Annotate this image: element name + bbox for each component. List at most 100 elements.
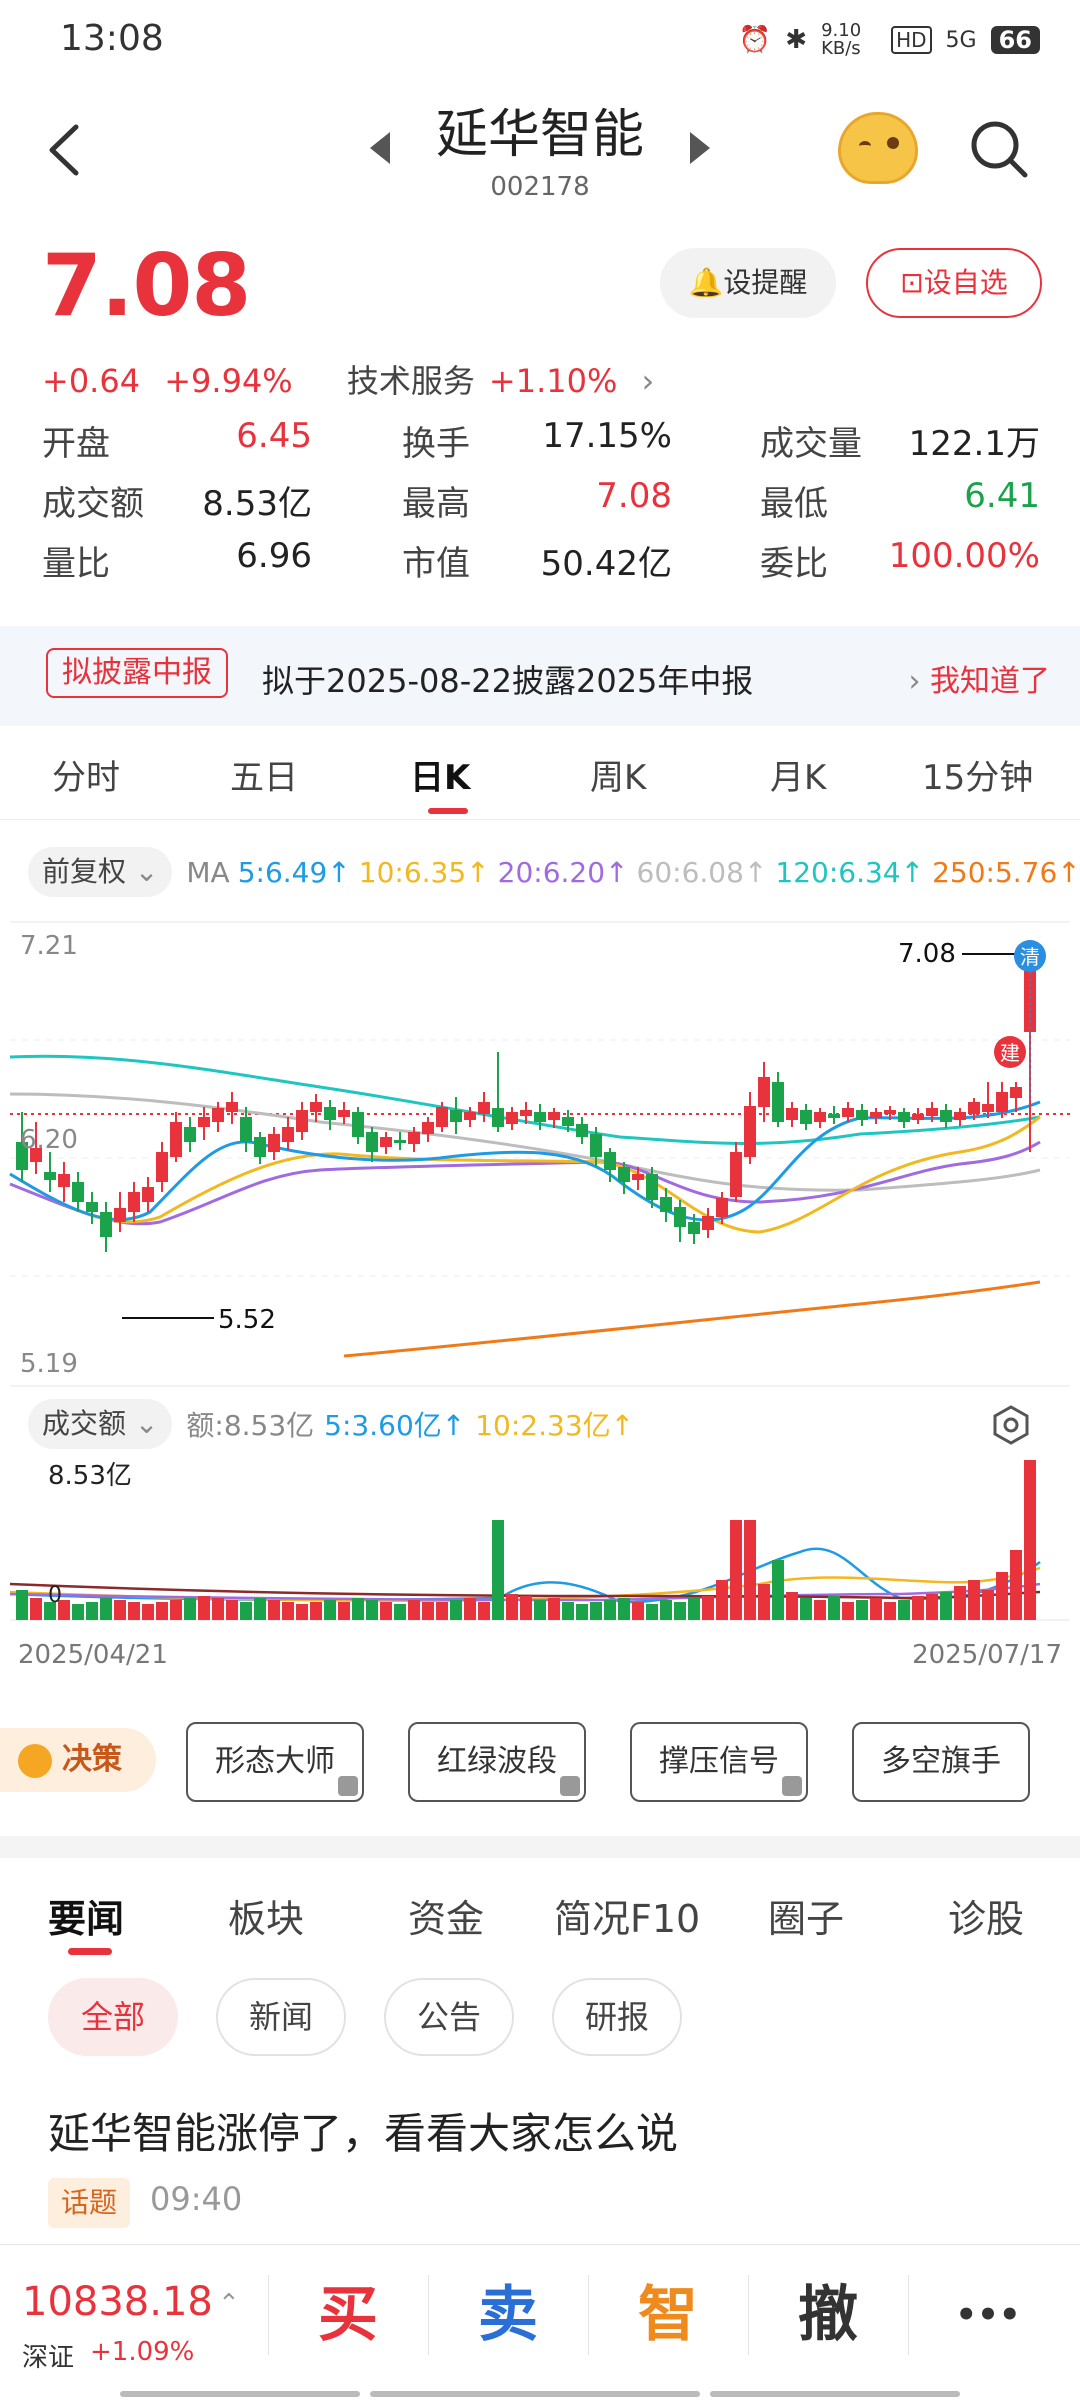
prev-stock-arrow[interactable] — [370, 132, 390, 164]
volume-bar — [198, 1596, 210, 1620]
add-watchlist-button[interactable]: ⊡设自选 — [866, 248, 1042, 318]
notice-banner: 拟披露中报 拟于2025-08-22披露2025年中报 › 我知道了 — [0, 626, 1080, 726]
topic-tag: 话题 — [48, 2178, 130, 2228]
notice-text: 拟于2025-08-22披露2025年中报 — [262, 662, 754, 700]
tool-bull-bear-flag[interactable]: 多空旗手 — [852, 1722, 1030, 1802]
add-watchlist-label: 设自选 — [923, 266, 1008, 299]
tab-five-day[interactable]: 五日 — [230, 750, 298, 799]
tab-circle[interactable]: 圈子 — [768, 1888, 844, 1943]
tab-intraday[interactable]: 分时 — [52, 750, 120, 799]
stat-value: 6.41 — [964, 476, 1040, 516]
volume-bar — [212, 1598, 224, 1620]
candle — [814, 1112, 826, 1122]
back-button[interactable] — [40, 115, 90, 185]
tool-support-resistance[interactable]: 撑压信号 — [630, 1722, 808, 1802]
build-badge[interactable]: 建 — [994, 1036, 1026, 1068]
clear-badge[interactable]: 清 — [1014, 940, 1046, 972]
adjust-dropdown[interactable]: 前复权 ⌄ — [28, 847, 173, 897]
candle — [296, 1110, 308, 1132]
status-icons: ⏰ ✱ 9.10 KB/s HD 5G 66 — [739, 22, 1040, 58]
volume-bar — [716, 1580, 728, 1620]
volume-dropdown-label: 成交额 — [42, 1407, 127, 1440]
stat-label: 量比 — [42, 544, 110, 584]
candle — [198, 1117, 210, 1127]
sell-button[interactable]: 卖 — [428, 2265, 588, 2365]
volume-bar — [688, 1598, 700, 1620]
smart-button[interactable]: 智 — [588, 2265, 748, 2365]
kline-chart[interactable]: 7.21 6.20 5.19 7.08 5.52 清 建 — [0, 912, 1080, 1392]
tab-headlines[interactable]: 要闻 — [48, 1888, 124, 1943]
mascot-icon[interactable] — [838, 112, 918, 184]
gesture-bar — [120, 2391, 360, 2397]
tab-f10[interactable]: 简况F10 — [554, 1888, 700, 1943]
set-alert-label: 设提醒 — [723, 266, 808, 299]
build-badge-text: 建 — [1000, 1041, 1020, 1065]
candle — [492, 1108, 504, 1127]
set-alert-button[interactable]: 🔔设提醒 — [660, 248, 836, 318]
ma20-value: 20:6.20↑ — [497, 855, 629, 889]
volume-bar — [114, 1600, 126, 1620]
filter-research[interactable]: 研报 — [552, 1978, 682, 2056]
active-tab-indicator — [428, 808, 468, 814]
stat-label: 成交量 — [760, 424, 862, 464]
tab-15min[interactable]: 15分钟 — [922, 750, 1033, 799]
notice-dismiss-button[interactable]: › 我知道了 — [908, 656, 1050, 700]
candle — [940, 1110, 952, 1122]
stat-value: 100.00% — [888, 536, 1040, 576]
volume-bar — [520, 1596, 532, 1620]
current-price: 7.08 — [42, 236, 251, 336]
index-value[interactable]: 10838.18 — [22, 2279, 213, 2325]
ma-line — [343, 1280, 1041, 1358]
volume-bar — [352, 1598, 364, 1620]
volume-bar — [380, 1602, 392, 1620]
candle — [744, 1106, 756, 1157]
adjust-label: 前复权 — [42, 855, 127, 888]
volume-bar — [324, 1600, 336, 1620]
candle — [254, 1137, 266, 1157]
next-stock-arrow[interactable] — [690, 132, 710, 164]
candle — [86, 1202, 98, 1212]
volume-dropdown[interactable]: 成交额 ⌄ — [28, 1399, 173, 1449]
volume-bar — [142, 1604, 154, 1620]
index-change: +1.09% — [90, 2337, 195, 2367]
gesture-bar — [710, 2391, 960, 2397]
tab-monthly-k[interactable]: 月K — [770, 750, 826, 799]
filter-all[interactable]: 全部 — [48, 1978, 178, 2056]
net-speed: 9.10 KB/s — [821, 20, 862, 59]
volume-bar — [772, 1560, 784, 1620]
volume-chart[interactable]: 8.53亿 0 — [0, 1452, 1080, 1622]
tool-red-green-wave[interactable]: 红绿波段 — [408, 1722, 586, 1802]
tab-daily-k[interactable]: 日K — [410, 750, 470, 799]
tab-diagnosis[interactable]: 诊股 — [948, 1888, 1024, 1943]
volume-bar — [310, 1602, 322, 1620]
tab-capital[interactable]: 资金 — [408, 1888, 484, 1943]
candle — [520, 1110, 532, 1116]
settings-icon[interactable] — [990, 1404, 1032, 1446]
tool-pattern-master[interactable]: 形态大师 — [186, 1722, 364, 1802]
candle — [688, 1222, 700, 1234]
ma10-value: 10:6.35↑ — [358, 855, 490, 889]
volume-bar — [674, 1602, 686, 1620]
buy-button[interactable]: 买 — [268, 2265, 428, 2365]
volume-bar — [912, 1596, 924, 1620]
filter-announcement[interactable]: 公告 — [384, 1978, 514, 2056]
cancel-order-button[interactable]: 撤 — [748, 2265, 908, 2365]
sector-link[interactable]: 技术服务 +1.10% › — [347, 362, 668, 400]
ma-lines — [9, 1054, 1041, 1358]
tool-label: 撑压信号 — [659, 1744, 779, 1779]
news-headline[interactable]: 延华智能涨停了，看看大家怎么说 — [48, 2100, 678, 2161]
search-button[interactable] — [968, 118, 1030, 180]
candle — [870, 1112, 882, 1118]
tab-sector[interactable]: 板块 — [228, 1888, 304, 1943]
stat-label: 换手 — [402, 424, 470, 464]
bluetooth-icon: ✱ — [785, 25, 808, 55]
candle — [1010, 1087, 1022, 1098]
chevron-down-icon: ⌄ — [126, 1407, 159, 1440]
tab-weekly-k[interactable]: 周K — [590, 750, 646, 799]
lock-icon — [338, 1776, 358, 1796]
stat-label: 开盘 — [42, 424, 110, 464]
more-button[interactable]: ••• — [908, 2265, 1068, 2365]
price-change: +0.64 — [42, 362, 141, 400]
filter-news[interactable]: 新闻 — [216, 1978, 346, 2056]
volume-bar — [408, 1600, 420, 1620]
